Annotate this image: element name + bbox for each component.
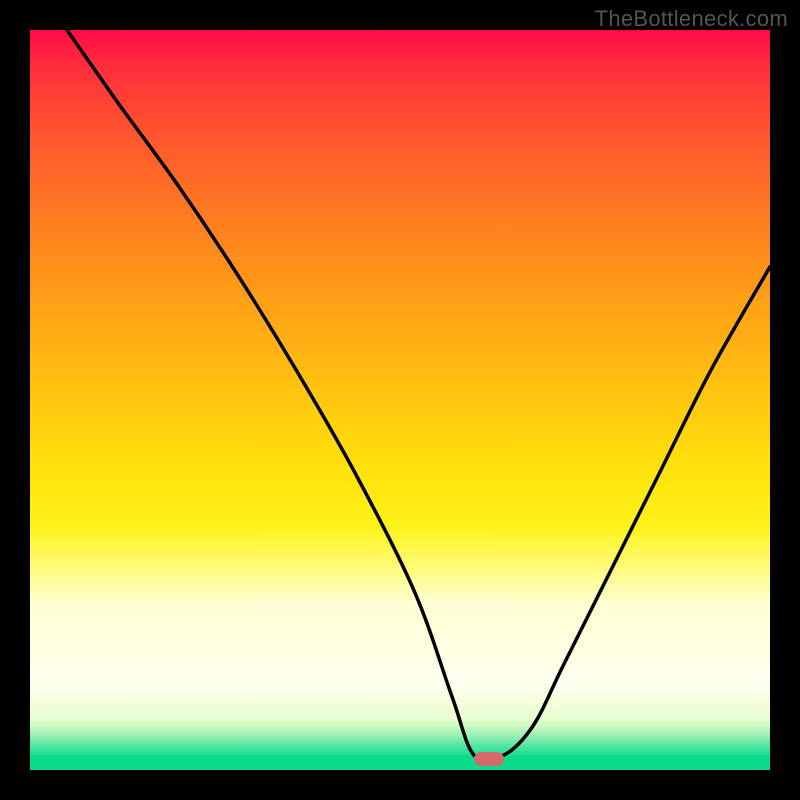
plot-area [30, 30, 770, 770]
optimal-marker [474, 752, 504, 766]
chart-frame: TheBottleneck.com [0, 0, 800, 800]
watermark-text: TheBottleneck.com [595, 6, 788, 32]
bottleneck-curve [30, 30, 770, 770]
curve-path [67, 30, 770, 761]
